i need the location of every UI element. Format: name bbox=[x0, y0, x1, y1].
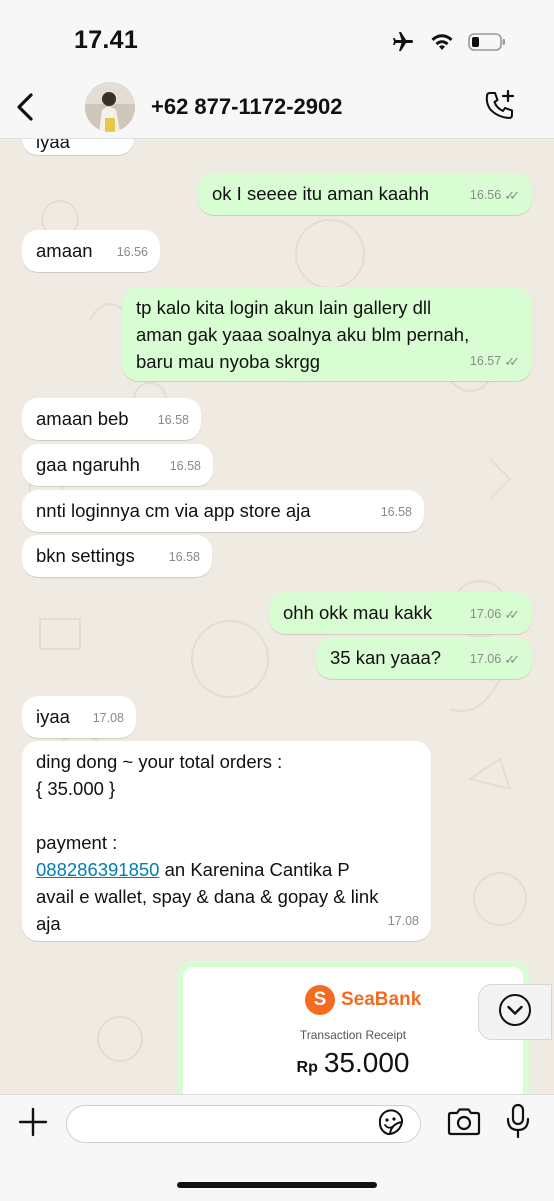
message-text: amaan beb bbox=[36, 408, 129, 429]
seabank-logo: S SeaBank bbox=[305, 985, 421, 1015]
receipt-title: Transaction Receipt bbox=[299, 1028, 407, 1042]
message-time: 16.58 bbox=[168, 550, 200, 564]
message-incoming[interactable]: gaa ngaruhh 16.58 bbox=[22, 444, 213, 486]
message-outgoing[interactable]: 35 kan yaaa? 17.06 ✓✓ bbox=[316, 637, 532, 679]
message-meta: 17.06 ✓✓ bbox=[470, 601, 520, 628]
add-call-button[interactable] bbox=[480, 88, 520, 128]
message-text: 35 kan yaaa? bbox=[330, 647, 442, 668]
message-meta: 16.56 ✓✓ bbox=[470, 182, 520, 209]
sticker-icon bbox=[376, 1108, 406, 1143]
message-meta: 16.57 ✓✓ bbox=[470, 348, 520, 375]
read-ticks-icon: ✓✓ bbox=[504, 652, 520, 667]
message-text: nnti loginnya cm via app store aja bbox=[36, 500, 311, 521]
message-input[interactable] bbox=[66, 1105, 421, 1143]
wifi-icon bbox=[430, 32, 454, 57]
scroll-to-bottom-button[interactable] bbox=[478, 984, 552, 1040]
message-text: iyaa bbox=[36, 706, 70, 727]
message-time: 16.56 bbox=[116, 245, 148, 259]
message-time: 16.57 bbox=[469, 354, 502, 368]
chat-area[interactable]: iyaa 16.56 ok I seeee itu aman kaahh 16.… bbox=[0, 139, 554, 1094]
phone-link[interactable]: 088286391850 bbox=[36, 859, 159, 880]
battery-icon bbox=[468, 32, 506, 57]
seabank-name: SeaBank bbox=[341, 989, 422, 1010]
status-icons bbox=[390, 30, 506, 59]
message-text: ohh okk mau kakk bbox=[283, 602, 433, 623]
message-text: ok I seeee itu aman kaahh bbox=[212, 183, 430, 204]
message-time: 16.58 bbox=[157, 413, 189, 427]
receipt-amount: Rp 35.000 bbox=[183, 1047, 523, 1079]
message-text: amaan bbox=[36, 240, 93, 261]
receipt-card: S SeaBank Transaction Receipt Rp 35.000 bbox=[183, 967, 523, 1094]
message-incoming[interactable]: ding dong ~ your total orders : { 35.000… bbox=[22, 741, 431, 941]
message-meta: 17.06 ✓✓ bbox=[470, 646, 520, 673]
chat-header: +62 877-1172-2902 bbox=[0, 80, 554, 139]
back-icon bbox=[14, 92, 36, 127]
read-ticks-icon: ✓✓ bbox=[504, 188, 520, 203]
composer-bar bbox=[0, 1094, 554, 1201]
seabank-logo-mark: S bbox=[305, 985, 335, 1015]
message-outgoing[interactable]: ohh okk mau kakk 17.06 ✓✓ bbox=[269, 592, 532, 634]
camera-button[interactable] bbox=[444, 1107, 484, 1141]
status-bar: 17.41 bbox=[0, 0, 554, 80]
mic-icon bbox=[505, 1103, 531, 1144]
receipt-amount-value: 35.000 bbox=[323, 1047, 410, 1078]
message-time: 16.58 bbox=[169, 459, 201, 473]
camera-icon bbox=[446, 1107, 482, 1142]
receipt-image-message[interactable]: S SeaBank Transaction Receipt Rp 35.000 bbox=[177, 961, 529, 1094]
message-text: gaa ngaruhh bbox=[36, 454, 140, 475]
read-ticks-icon: ✓✓ bbox=[504, 354, 520, 369]
sticker-button[interactable] bbox=[375, 1108, 407, 1143]
message-text: tp kalo kita login akun lain gallery dll… bbox=[136, 297, 470, 372]
airplane-icon bbox=[390, 30, 416, 59]
avatar[interactable] bbox=[85, 82, 135, 132]
message-text: ding dong ~ your total orders : { 35.000… bbox=[36, 751, 378, 934]
message-time: 16.56 bbox=[469, 188, 502, 202]
status-time: 17.41 bbox=[74, 26, 139, 54]
message-time: 16.56 bbox=[91, 139, 122, 149]
contact-name[interactable]: +62 877-1172-2902 bbox=[151, 94, 342, 120]
message-incoming[interactable]: nnti loginnya cm via app store aja 16.58 bbox=[22, 490, 424, 532]
chevron-down-icon bbox=[498, 993, 532, 1032]
message-incoming[interactable]: amaan beb 16.58 bbox=[22, 398, 201, 440]
receipt-currency: Rp bbox=[296, 1059, 318, 1076]
attach-button[interactable] bbox=[14, 1105, 52, 1143]
message-time: 17.08 bbox=[92, 711, 124, 725]
add-call-icon bbox=[483, 89, 517, 128]
message-text: iyaa bbox=[36, 139, 70, 152]
message-time: 17.06 bbox=[469, 607, 502, 621]
message-incoming[interactable]: iyaa 16.56 bbox=[22, 139, 134, 155]
message-outgoing[interactable]: ok I seeee itu aman kaahh 16.56 ✓✓ bbox=[198, 173, 532, 215]
message-outgoing[interactable]: tp kalo kita login akun lain gallery dll… bbox=[122, 287, 532, 381]
home-indicator[interactable] bbox=[177, 1182, 377, 1188]
back-button[interactable] bbox=[8, 90, 42, 128]
message-text: bkn settings bbox=[36, 545, 135, 566]
mic-button[interactable] bbox=[502, 1103, 534, 1143]
plus-icon bbox=[18, 1107, 48, 1142]
message-incoming[interactable]: bkn settings 16.58 bbox=[22, 535, 212, 577]
read-ticks-icon: ✓✓ bbox=[504, 607, 520, 622]
message-incoming[interactable]: iyaa 17.08 bbox=[22, 696, 136, 738]
message-time: 17.08 bbox=[387, 914, 419, 928]
message-incoming[interactable]: amaan 16.56 bbox=[22, 230, 160, 272]
message-time: 17.06 bbox=[469, 652, 502, 666]
message-text-part: ding dong ~ your total orders : { 35.000… bbox=[36, 751, 283, 853]
message-time: 16.58 bbox=[380, 505, 412, 519]
